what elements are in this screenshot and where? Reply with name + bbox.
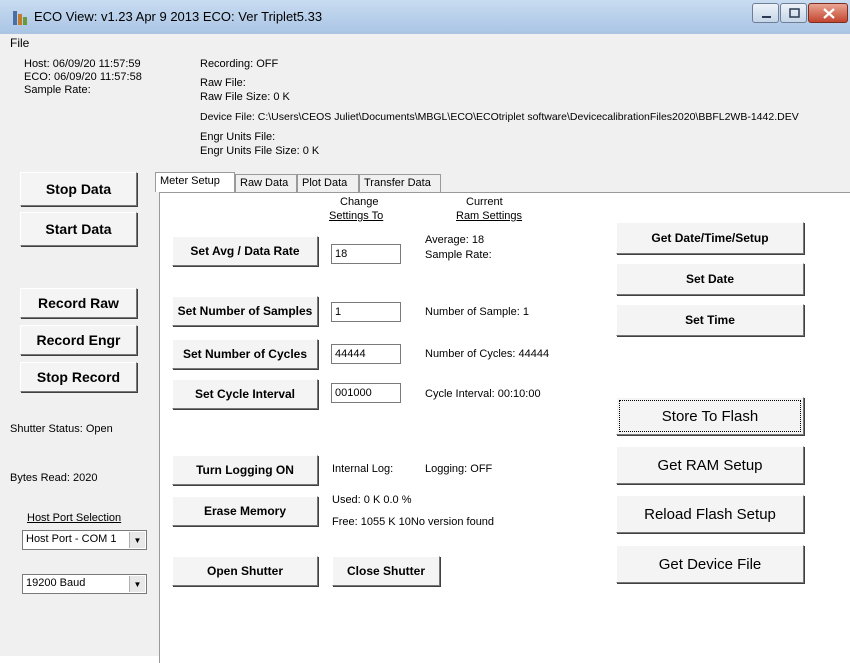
- baud-select[interactable]: 19200 Baud ▼: [22, 574, 147, 594]
- avg-current: Average: 18: [425, 234, 485, 246]
- cycles-input[interactable]: [331, 344, 401, 364]
- maximize-button[interactable]: [780, 3, 807, 23]
- set-date-button[interactable]: Set Date: [616, 263, 804, 295]
- window-title: ECO View: v1.23 Apr 9 2013 ECO: Ver Trip…: [34, 9, 323, 24]
- start-data-button[interactable]: Start Data: [20, 212, 137, 246]
- shutter-status: Shutter Status: Open: [10, 423, 113, 435]
- dropdown-arrow-icon[interactable]: ▼: [129, 532, 145, 548]
- tab-transfer-data[interactable]: Transfer Data: [359, 174, 441, 192]
- engr-units-file-size: Engr Units File Size: 0 K: [200, 145, 320, 157]
- cycles-current: Number of Cycles: 44444: [425, 348, 550, 360]
- internal-log-label: Internal Log:: [332, 463, 394, 475]
- host-port-selection-label: Host Port Selection: [27, 512, 122, 524]
- get-device-file-button[interactable]: Get Device File: [616, 545, 804, 583]
- stop-record-button[interactable]: Stop Record: [20, 362, 137, 392]
- device-file: Device File: C:\Users\CEOS Juliet\Docume…: [200, 111, 799, 123]
- samples-input[interactable]: [331, 302, 401, 322]
- menu-file[interactable]: File: [10, 36, 29, 50]
- minimize-icon: [762, 16, 771, 18]
- host-time: Host: 06/09/20 11:57:59: [24, 58, 141, 70]
- erase-memory-button[interactable]: Erase Memory: [172, 496, 318, 526]
- ram-settings-header: Ram Settings: [456, 210, 523, 222]
- recording-status: Recording: OFF: [200, 58, 279, 70]
- baud-select-value: 19200 Baud: [26, 577, 86, 589]
- close-shutter-button[interactable]: Close Shutter: [332, 556, 440, 586]
- client-area: Host: 06/09/20 11:57:59 ECO: 06/09/20 11…: [0, 52, 850, 663]
- close-button[interactable]: [808, 3, 848, 23]
- dropdown-arrow-icon[interactable]: ▼: [129, 576, 145, 592]
- interval-current: Cycle Interval: 00:10:00: [425, 388, 541, 400]
- raw-file: Raw File:: [200, 77, 246, 89]
- set-avg-data-rate-button[interactable]: Set Avg / Data Rate: [172, 236, 318, 266]
- tab-raw-data[interactable]: Raw Data: [235, 174, 297, 192]
- current-header: Current: [466, 196, 503, 208]
- settings-to-header: Settings To: [329, 210, 384, 222]
- stop-data-button[interactable]: Stop Data: [20, 172, 137, 206]
- store-to-flash-button[interactable]: Store To Flash: [616, 397, 804, 435]
- samples-current: Number of Sample: 1: [425, 306, 529, 318]
- menu-bar: File: [0, 34, 850, 53]
- tab-plot-data[interactable]: Plot Data: [297, 174, 359, 192]
- title-bar: ECO View: v1.23 Apr 9 2013 ECO: Ver Trip…: [0, 0, 850, 34]
- minimize-button[interactable]: [752, 3, 779, 23]
- get-ram-setup-button[interactable]: Get RAM Setup: [616, 446, 804, 484]
- change-header: Change: [340, 196, 379, 208]
- set-cycle-interval-button[interactable]: Set Cycle Interval: [172, 379, 318, 409]
- memory-used: Used: 0 K 0.0 %: [332, 494, 412, 506]
- get-date-time-setup-button[interactable]: Get Date/Time/Setup: [616, 222, 804, 254]
- app-icon: [13, 11, 27, 25]
- eco-time: ECO: 06/09/20 11:57:58: [24, 71, 142, 83]
- bytes-read: Bytes Read: 2020: [10, 472, 98, 484]
- tab-meter-setup[interactable]: Meter Setup: [155, 172, 235, 192]
- record-engr-button[interactable]: Record Engr: [20, 325, 137, 355]
- eco-view-window: ECO View: v1.23 Apr 9 2013 ECO: Ver Trip…: [0, 0, 850, 663]
- raw-file-size: Raw File Size: 0 K: [200, 91, 290, 103]
- logging-status: Logging: OFF: [425, 463, 493, 475]
- turn-logging-on-button[interactable]: Turn Logging ON: [172, 455, 318, 485]
- set-number-of-samples-button[interactable]: Set Number of Samples: [172, 296, 318, 326]
- avg-input[interactable]: [331, 244, 401, 264]
- record-raw-button[interactable]: Record Raw: [20, 288, 137, 318]
- set-number-of-cycles-button[interactable]: Set Number of Cycles: [172, 339, 318, 369]
- reload-flash-setup-button[interactable]: Reload Flash Setup: [616, 495, 804, 533]
- sample-rate-current: Sample Rate:: [425, 249, 492, 261]
- memory-free: Free: 1055 K 10No version found: [332, 516, 495, 528]
- close-icon: [823, 8, 835, 19]
- maximize-icon: [789, 8, 800, 18]
- sample-rate-label: Sample Rate:: [24, 84, 91, 96]
- interval-input[interactable]: [331, 383, 401, 403]
- open-shutter-button[interactable]: Open Shutter: [172, 556, 318, 586]
- host-port-select-value: Host Port - COM 1: [26, 533, 117, 545]
- engr-units-file: Engr Units File:: [200, 131, 276, 143]
- host-port-select[interactable]: Host Port - COM 1 ▼: [22, 530, 147, 550]
- set-time-button[interactable]: Set Time: [616, 304, 804, 336]
